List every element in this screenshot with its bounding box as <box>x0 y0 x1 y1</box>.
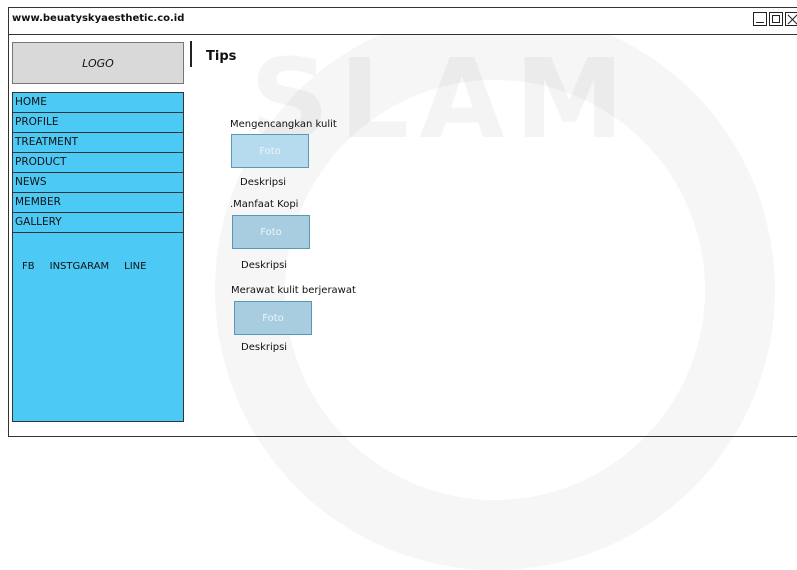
tip-description: Deskripsi <box>241 342 288 353</box>
instagram-link[interactable]: INSTGARAM <box>50 261 110 272</box>
tip-photo[interactable]: Foto <box>231 134 309 168</box>
tip-title[interactable]: Mengencangkan kulit <box>230 119 337 130</box>
sidebar-item-treatment[interactable]: TREATMENT <box>13 133 183 153</box>
tip-photo[interactable]: Foto <box>232 215 310 249</box>
tip-description: Deskripsi <box>241 260 288 271</box>
close-icon[interactable] <box>785 12 797 26</box>
social-links: FB INSTGARAM LINE <box>22 261 146 272</box>
sidebar: HOME PROFILE TREATMENT PRODUCT NEWS MEMB… <box>12 92 184 422</box>
logo-label: LOGO <box>82 56 114 70</box>
maximize-icon[interactable] <box>769 12 783 26</box>
title-divider <box>190 41 192 67</box>
tip-title[interactable]: Merawat kulit berjerawat <box>231 285 356 296</box>
photo-label: Foto <box>260 226 282 238</box>
tip-title[interactable]: .Manfaat Kopi <box>230 199 298 210</box>
sidebar-item-gallery[interactable]: GALLERY <box>13 213 183 233</box>
tip-description: Deskripsi <box>240 177 287 188</box>
tip-photo[interactable]: Foto <box>234 301 312 335</box>
sidebar-item-profile[interactable]: PROFILE <box>13 113 183 133</box>
sidebar-item-news[interactable]: NEWS <box>13 173 183 193</box>
sidebar-item-member[interactable]: MEMBER <box>13 193 183 213</box>
sidebar-item-product[interactable]: PRODUCT <box>13 153 183 173</box>
line-link[interactable]: LINE <box>124 261 146 272</box>
logo[interactable]: LOGO <box>12 42 184 84</box>
facebook-link[interactable]: FB <box>22 261 35 272</box>
url-text: www.beuatyskyaesthetic.co.id <box>12 13 185 24</box>
title-bar: www.beuatyskyaesthetic.co.id <box>9 8 797 35</box>
photo-label: Foto <box>262 312 284 324</box>
photo-label: Foto <box>259 145 281 157</box>
minimize-icon[interactable] <box>753 12 767 26</box>
sidebar-item-home[interactable]: HOME <box>13 93 183 113</box>
window-controls <box>753 12 797 26</box>
page-title: Tips <box>206 49 237 64</box>
